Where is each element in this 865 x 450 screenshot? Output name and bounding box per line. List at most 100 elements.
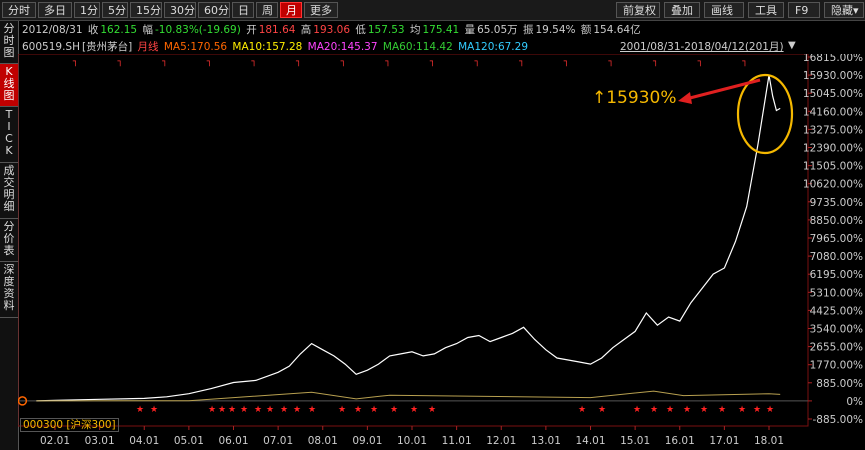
y-tick-label: 11505.00% (803, 161, 863, 173)
event-marker: ┐ (116, 57, 122, 67)
y-tick-label: 6195.00% (810, 269, 863, 281)
x-tick-label: 02.01 (40, 435, 70, 447)
period-tab-5[interactable]: 30分 (164, 2, 196, 18)
event-marker: ┐ (72, 57, 78, 67)
vol-value: 65.05万 (477, 24, 518, 36)
x-tick-label: 14.01 (575, 435, 605, 447)
highlight-ellipse (736, 73, 794, 155)
event-marker: ┐ (652, 57, 658, 67)
avg-value: 175.41 (422, 24, 460, 36)
event-star: ★ (354, 405, 362, 415)
stock-code: 600519.SH (22, 41, 80, 53)
period-tab-10[interactable]: 更多 (304, 2, 338, 18)
sidebar-tab-3[interactable]: 成交明细 (0, 163, 18, 219)
sidebar-tab-5[interactable]: 深度资料 (0, 262, 18, 318)
event-star: ★ (700, 405, 708, 415)
amount-value: 154.64亿 (593, 24, 641, 36)
x-tick-label: 04.01 (129, 435, 159, 447)
event-marker: ┐ (384, 57, 390, 67)
toolbar-button-2[interactable]: 画线 (704, 2, 744, 18)
event-star: ★ (208, 405, 216, 415)
event-marker: ┐ (340, 57, 346, 67)
event-star: ★ (578, 405, 586, 415)
event-star: ★ (666, 405, 674, 415)
period-tab-9[interactable]: 月 (280, 2, 302, 18)
y-tick-label: 14160.00% (803, 106, 863, 118)
period-tab-7[interactable]: 日 (232, 2, 254, 18)
event-star: ★ (370, 405, 378, 415)
x-tick-label: 11.01 (442, 435, 472, 447)
price-chart: 16815.00% 15930.00% 15045.00% 14160.00% 1327… (18, 54, 863, 447)
stock-name: [贵州茅台] (81, 41, 133, 53)
event-star: ★ (218, 405, 226, 415)
event-star: ★ (633, 405, 641, 415)
ma5-label: MA5:170.56 (163, 41, 228, 53)
y-tick-label: 885.00% (816, 378, 863, 390)
sidebar-tab-2[interactable]: TICK (0, 107, 18, 163)
event-star: ★ (410, 405, 418, 415)
event-star: ★ (228, 405, 236, 415)
event-star: ★ (718, 405, 726, 415)
period-tab-6[interactable]: 60分 (198, 2, 230, 18)
x-tick-label: 12.01 (486, 435, 516, 447)
toolbar-button-5[interactable]: 隐藏▾ (824, 2, 864, 18)
event-star: ★ (390, 405, 398, 415)
event-star: ★ (293, 405, 301, 415)
event-marker: ┐ (161, 57, 167, 67)
event-marker: ┐ (250, 57, 256, 67)
y-tick-label: 8850.00% (810, 215, 863, 227)
x-tick-label: 05.01 (174, 435, 204, 447)
y-tick-label: 1770.00% (810, 360, 863, 372)
toolbar-button-4[interactable]: F9 (788, 2, 820, 18)
x-tick-label: 17.01 (709, 435, 739, 447)
x-tick-label: 18.01 (754, 435, 784, 447)
gain-annotation: ↑15930% (592, 88, 677, 108)
x-tick-label: 15.01 (620, 435, 650, 447)
event-star: ★ (150, 405, 158, 415)
toolbar-button-1[interactable]: 叠加 (664, 2, 700, 18)
period-label: 月线 (137, 41, 159, 53)
sidebar-tab-0[interactable]: 分时图 (0, 21, 18, 64)
x-tick-label: 16.01 (665, 435, 695, 447)
x-tick-label: 03.01 (85, 435, 115, 447)
annotation-arrow-shaft (685, 78, 761, 101)
period-tab-8[interactable]: 周 (256, 2, 278, 18)
period-tab-3[interactable]: 5分 (102, 2, 128, 18)
event-star: ★ (753, 405, 761, 415)
sidebar-tab-1[interactable]: K线图 (0, 64, 18, 107)
period-tab-2[interactable]: 1分 (74, 2, 100, 18)
quote-info-bar: 2012/08/31 收 162.15 幅 -10.83%(-19.69) 开 181… (22, 22, 643, 37)
y-tick-label: 7080.00% (810, 251, 863, 263)
low-label: 低 (355, 24, 366, 36)
event-marker: ┐ (563, 57, 569, 67)
event-star: ★ (136, 405, 144, 415)
high-label: 高 (300, 24, 312, 36)
y-tick-label: 16815.00% (803, 54, 863, 64)
annotation-arrow-head (678, 92, 692, 104)
y-tick-label: -885.00% (812, 414, 863, 426)
lock-icon[interactable]: ▼ (788, 40, 796, 51)
y-tick-label: 2655.00% (810, 342, 863, 354)
y-tick-label: 9735.00% (810, 197, 863, 209)
event-marker: ┐ (429, 57, 435, 67)
period-tab-4[interactable]: 15分 (130, 2, 162, 18)
event-star: ★ (280, 405, 288, 415)
period-tab-1[interactable]: 多日 (38, 2, 72, 18)
event-marker: ┐ (607, 57, 613, 67)
y-tick-label: 4425.00% (810, 305, 863, 317)
toolbar-button-3[interactable]: 工具 (748, 2, 784, 18)
event-marker: ┐ (697, 57, 703, 67)
ma120-label: MA120:67.29 (458, 41, 529, 53)
ma60-label: MA60:114.42 (382, 41, 453, 53)
amount-label: 额 (580, 24, 592, 36)
sidebar-tab-4[interactable]: 分价表 (0, 219, 18, 262)
event-star: ★ (766, 405, 774, 415)
event-star: ★ (738, 405, 746, 415)
period-tab-0[interactable]: 分时 (2, 2, 36, 18)
series-line-1 (36, 390, 781, 402)
swing-label: 振 (522, 24, 534, 36)
toolbar-button-0[interactable]: 前复权 (616, 2, 660, 18)
period-toolbar: 分时 多日 1分 5分 15分 30分 60分日周月更多 前复权 叠加 画线 工具 F9 隐藏▾ (0, 0, 865, 21)
amp-label: 幅 (142, 24, 153, 36)
event-marker: ┐ (206, 57, 212, 67)
